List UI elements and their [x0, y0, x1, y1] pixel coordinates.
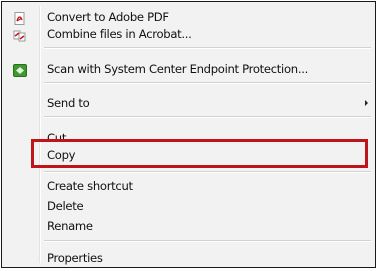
copy-highlight-box	[31, 139, 368, 168]
menu-item-create-shortcut[interactable]: Create shortcut	[4, 176, 373, 195]
menu-item-delete[interactable]: Delete	[4, 196, 373, 215]
menu-item-combine-files-in-acrobat[interactable]: Combine files in Acrobat...	[4, 24, 373, 43]
menu-item-scan-with-endpoint-protection[interactable]: Scan with System Center Endpoint Protect…	[4, 59, 373, 78]
menu-item-label: Properties	[47, 250, 103, 265]
menu-item-label: Combine files in Acrobat...	[47, 26, 192, 41]
adobe-pdf-icon	[13, 10, 27, 25]
menu-separator	[44, 116, 371, 118]
context-menu: Convert to Adobe PDF Combine files in Ac…	[1, 1, 376, 268]
menu-separator	[44, 171, 371, 173]
menu-separator	[44, 240, 371, 242]
menu-item-label: Create shortcut	[47, 178, 133, 193]
menu-item-label: Convert to Adobe PDF	[47, 9, 169, 24]
menu-item-label: Delete	[47, 198, 84, 213]
menu-separator	[44, 47, 371, 49]
menu-item-rename[interactable]: Rename	[4, 216, 373, 235]
acrobat-combine-icon	[13, 27, 27, 42]
submenu-arrow-icon	[365, 100, 368, 106]
menu-separator	[44, 82, 371, 84]
menu-item-properties[interactable]: Properties	[4, 248, 373, 267]
menu-item-send-to[interactable]: Send to	[4, 93, 373, 112]
menu-item-label: Scan with System Center Endpoint Protect…	[47, 61, 308, 76]
endpoint-protection-icon	[13, 62, 27, 77]
menu-item-label: Rename	[47, 218, 93, 233]
menu-item-label: Send to	[47, 95, 90, 110]
